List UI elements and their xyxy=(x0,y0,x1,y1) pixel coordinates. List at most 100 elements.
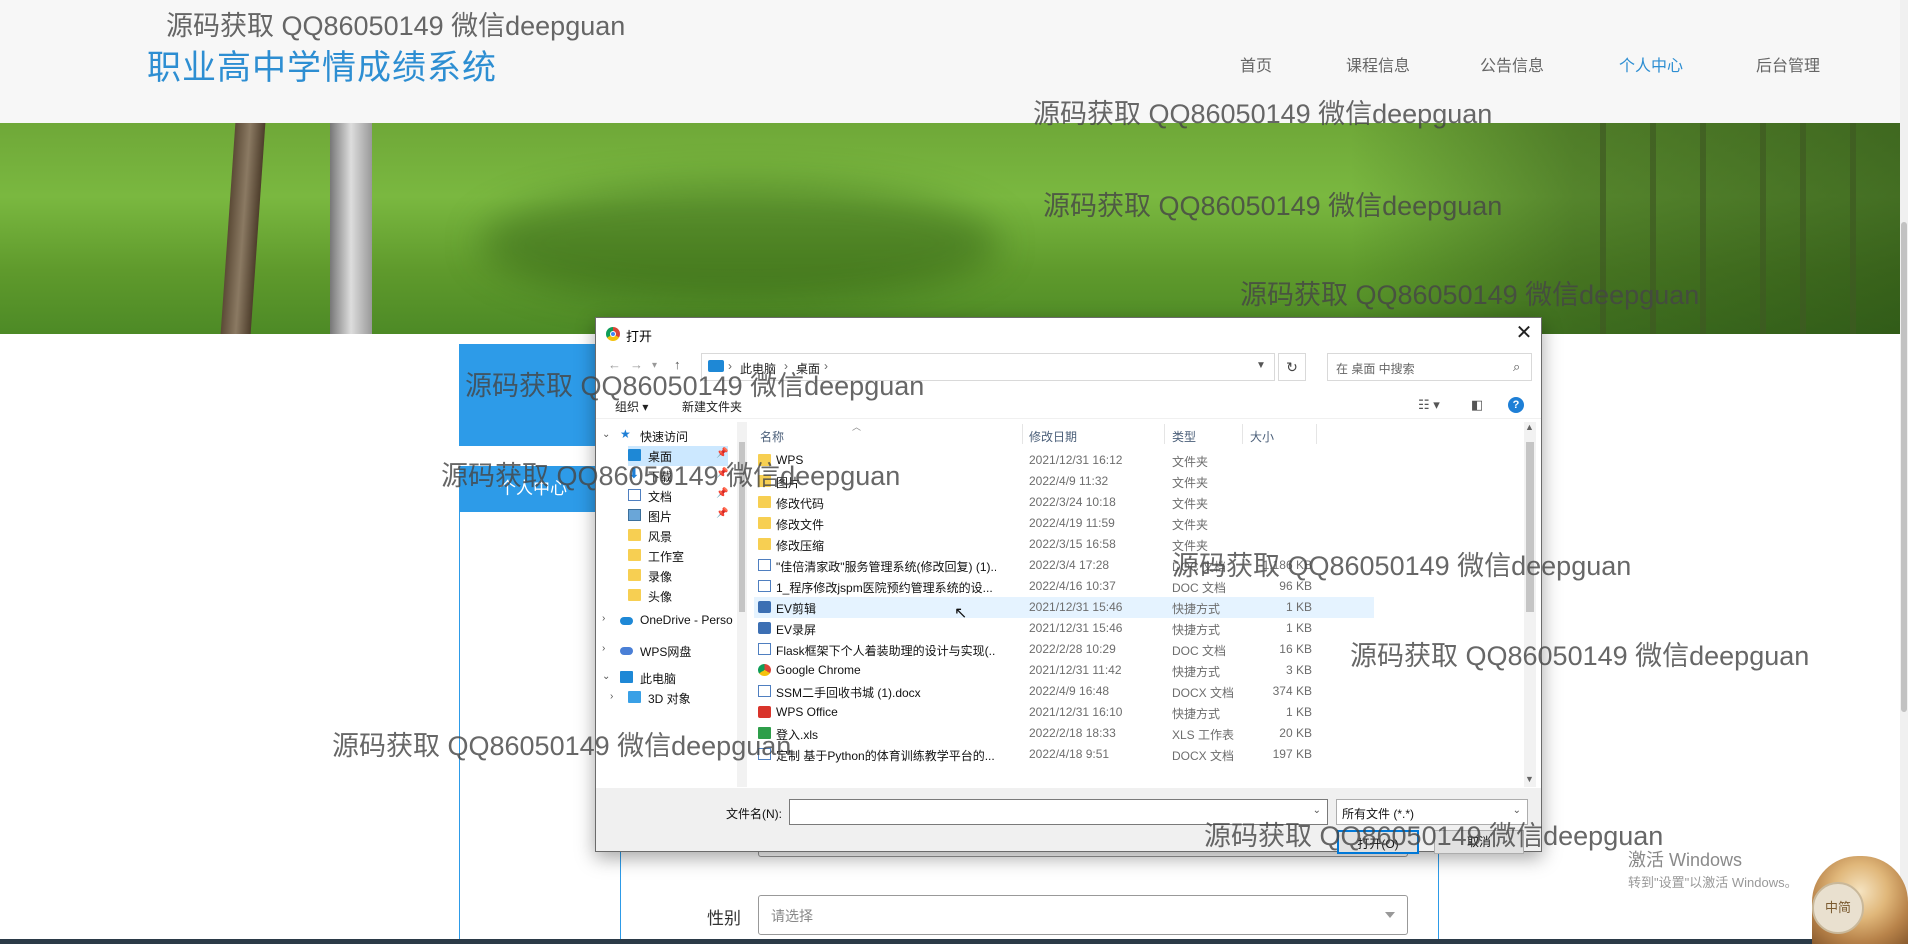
help-icon[interactable]: ? xyxy=(1508,397,1524,413)
file-type: DOC 文档 xyxy=(1172,581,1227,595)
gender-label: 性别 xyxy=(707,909,741,928)
file-name: Flask框架下个人着装助理的设计与实现(... xyxy=(776,644,996,658)
file-list-scrollbar[interactable]: ▲ ▼ xyxy=(1524,422,1536,787)
column-size[interactable]: 大小 xyxy=(1250,428,1274,445)
file-date: 2022/4/18 9:51 xyxy=(1029,747,1110,761)
forward-arrow-icon[interactable]: → xyxy=(630,357,643,372)
desktop-icon xyxy=(628,449,641,461)
chevron-right-icon[interactable]: › xyxy=(602,643,605,654)
ime-badge[interactable]: 中简 xyxy=(1812,882,1864,934)
chevron-down-icon xyxy=(1385,912,1395,918)
banner-image xyxy=(0,123,1900,334)
preview-pane-icon[interactable]: ◧ xyxy=(1471,397,1483,413)
file-row[interactable]: 修改文件 2022/4/19 11:59 文件夹 xyxy=(754,513,1374,534)
breadcrumb-desktop[interactable]: 桌面 xyxy=(796,360,820,377)
nav-personal-center[interactable]: 个人中心 xyxy=(1619,52,1683,76)
column-date[interactable]: 修改日期 xyxy=(1029,428,1077,445)
file-row[interactable]: WPS 2021/12/31 16:12 文件夹 xyxy=(754,450,1374,471)
file-row[interactable]: Google Chrome 2021/12/31 11:42 快捷方式 3 KB xyxy=(754,660,1374,681)
column-type[interactable]: 类型 xyxy=(1172,428,1196,445)
scroll-up-icon[interactable]: ▲ xyxy=(1525,422,1534,432)
sidebar-item-personal-center[interactable]: 个人中心 xyxy=(459,466,607,512)
cancel-button[interactable]: 取消 xyxy=(1434,830,1524,854)
chevron-down-icon[interactable]: ⌄ xyxy=(1313,805,1321,816)
nav-courses[interactable]: 课程信息 xyxy=(1346,52,1410,76)
dialog-footer: 文件名(N): ⌄ 所有文件 (*.*) ⌄ 打开(O) 取消 xyxy=(596,788,1541,854)
pin-icon: 📌 xyxy=(716,468,729,479)
file-size: 1 KB xyxy=(1285,705,1312,719)
file-row[interactable]: Flask框架下个人着装助理的设计与实现(... 2022/2/28 10:29 D… xyxy=(754,639,1374,660)
nav-home[interactable]: 首页 xyxy=(1240,52,1272,76)
gender-select[interactable]: 请选择 xyxy=(758,895,1408,935)
spreadsheet-icon xyxy=(758,727,771,739)
filetype-select[interactable]: 所有文件 (*.*) ⌄ xyxy=(1336,799,1528,825)
file-date: 2022/4/16 10:37 xyxy=(1029,579,1116,593)
chevron-right-icon[interactable]: › xyxy=(602,613,605,624)
file-size: 197 KB xyxy=(1272,747,1312,761)
file-row[interactable]: WPS Office 2021/12/31 16:10 快捷方式 1 KB xyxy=(754,702,1374,723)
file-row[interactable]: "佳倍清家政"服务管理系统(修改回复) (1)... 2022/3/4 17:28… xyxy=(754,555,1374,576)
chevron-down-icon: ⌄ xyxy=(1512,805,1521,816)
file-size: 1,186 KB xyxy=(1262,558,1312,572)
file-name: 登入.xls xyxy=(776,728,819,742)
file-row[interactable]: 登入.xls 2022/2/18 18:33 XLS 工作表 20 KB xyxy=(754,723,1374,744)
filetype-value: 所有文件 (*.*) xyxy=(1342,807,1415,821)
file-type: 文件夹 xyxy=(1172,455,1209,469)
file-row[interactable]: SSM二手回收书城 (1).docx 2022/4/9 16:48 DOCX 文档 3… xyxy=(754,681,1374,702)
recent-dropdown-icon[interactable]: ▾ xyxy=(652,360,657,371)
file-row[interactable]: 修改压缩 2022/3/15 16:58 文件夹 xyxy=(754,534,1374,555)
file-row[interactable]: EV剪辑 2021/12/31 15:46 快捷方式 1 KB xyxy=(754,597,1374,618)
chevron-down-icon[interactable]: ⌄ xyxy=(602,671,610,682)
pin-icon: 📌 xyxy=(716,488,729,499)
organize-menu[interactable]: 组织 ▾ xyxy=(615,398,648,415)
sidebar-header xyxy=(459,344,607,446)
close-button[interactable]: ✕ xyxy=(1512,322,1536,346)
chrome-icon xyxy=(758,664,771,676)
chevron-down-icon[interactable]: ⌄ xyxy=(602,429,610,440)
file-type: DOC 文档 xyxy=(1172,644,1227,658)
back-arrow-icon[interactable]: ← xyxy=(608,357,621,372)
address-bar[interactable]: › 此电脑 › 桌面 › ▼ xyxy=(701,353,1275,381)
picture-icon xyxy=(628,509,641,521)
new-folder-button[interactable]: 新建文件夹 xyxy=(682,398,742,415)
folder-icon xyxy=(758,538,771,550)
file-date: 2022/4/19 11:59 xyxy=(1029,516,1115,530)
nav-announcements[interactable]: 公告信息 xyxy=(1480,52,1544,76)
filename-input[interactable]: ⌄ xyxy=(789,799,1328,825)
refresh-button[interactable]: ↻ xyxy=(1278,353,1306,381)
file-row[interactable]: 图片 2022/4/9 11:32 文件夹 xyxy=(754,471,1374,492)
file-row[interactable]: EV录屏 2021/12/31 15:46 快捷方式 1 KB xyxy=(754,618,1374,639)
file-row[interactable]: 定制 基于Python的体育训练教学平台的... 2022/4/18 9:51 DO… xyxy=(754,744,1374,765)
nav-item-desktop[interactable]: 桌面 📌 xyxy=(628,446,728,466)
folder-icon xyxy=(758,517,771,529)
file-name: 修改代码 xyxy=(776,497,825,511)
file-size: 20 KB xyxy=(1279,726,1312,740)
wps-icon xyxy=(758,706,771,718)
file-row[interactable]: 1_程序修改jspm医院预约管理系统的设... 2022/4/16 10:37 DO… xyxy=(754,576,1374,597)
file-name: "佳倍清家政"服务管理系统(修改回复) (1)... xyxy=(776,560,996,574)
document-icon xyxy=(628,489,641,501)
file-type: 文件夹 xyxy=(1172,539,1209,553)
chrome-icon xyxy=(606,327,620,341)
view-options-icon[interactable]: ☷ ▾ xyxy=(1418,397,1440,413)
document-icon xyxy=(758,559,771,571)
file-name: 修改文件 xyxy=(776,518,825,532)
sort-ascending-icon: ︿ xyxy=(852,422,862,432)
search-input[interactable]: 在 桌面 中搜索 ⌕ xyxy=(1327,353,1532,381)
column-name[interactable]: 名称 xyxy=(760,428,784,445)
navigation-scrollbar[interactable] xyxy=(737,422,747,787)
file-list: 名称 ︿ 修改日期 类型 大小 WPS 2021/12/31 16:12 文件夹 图片… xyxy=(754,422,1531,787)
taskbar xyxy=(0,939,1900,944)
dialog-titlebar[interactable]: 打开 ✕ xyxy=(596,318,1541,350)
scroll-thumb[interactable] xyxy=(1526,442,1534,612)
file-row[interactable]: 修改代码 2022/3/24 10:18 文件夹 xyxy=(754,492,1374,513)
chevron-right-icon[interactable]: › xyxy=(610,691,613,702)
chevron-down-icon[interactable]: ▼ xyxy=(1256,360,1266,371)
breadcrumb-this-pc[interactable]: 此电脑 xyxy=(740,360,776,377)
scroll-down-icon[interactable]: ▼ xyxy=(1525,774,1534,784)
up-arrow-icon[interactable]: ↑ xyxy=(674,357,681,372)
file-date: 2022/2/28 10:29 xyxy=(1029,642,1116,656)
page-scrollbar[interactable] xyxy=(1900,0,1908,944)
nav-admin[interactable]: 后台管理 xyxy=(1756,52,1820,76)
open-button[interactable]: 打开(O) xyxy=(1337,830,1419,854)
